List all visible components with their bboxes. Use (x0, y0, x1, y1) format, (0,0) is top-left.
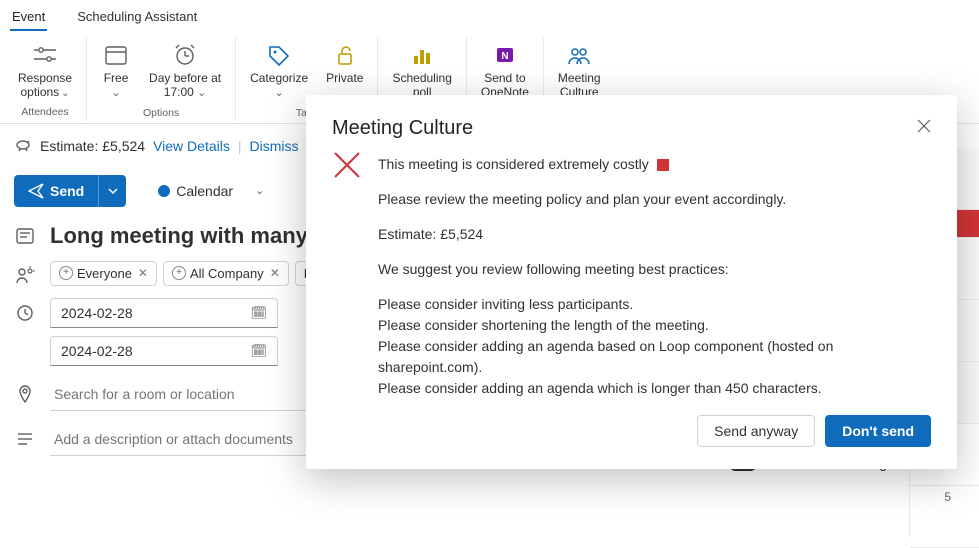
location-icon (14, 385, 36, 403)
people-icon (567, 41, 591, 69)
remove-chip-icon[interactable]: ✕ (138, 266, 148, 280)
end-date-input[interactable]: 2024-02-28 🗓 (50, 336, 278, 366)
description-icon (14, 430, 36, 448)
send-to-onenote-button[interactable]: N Send to OneNote (473, 37, 537, 104)
ribbon-group-attendees: Response options Attendees (4, 37, 87, 121)
plus-icon: + (172, 266, 186, 280)
meeting-culture-button[interactable]: Meeting Culture (550, 37, 609, 104)
calendar-icon: 🗓 (250, 343, 267, 359)
send-icon (28, 183, 44, 199)
sliders-icon (32, 41, 58, 69)
categorize-label: Categorize⌄ (250, 71, 308, 101)
response-options-button[interactable]: Response options (10, 37, 80, 104)
calendar-free-icon (104, 41, 128, 69)
plus-icon: + (59, 266, 73, 280)
attendees-icon (14, 265, 36, 285)
view-details-link[interactable]: View Details (153, 138, 230, 154)
calendar-selector[interactable]: Calendar ⌄ (158, 183, 264, 199)
svg-text:N: N (501, 51, 508, 62)
dialog-body: This meeting is considered extremely cos… (378, 154, 931, 399)
send-label: Send (50, 183, 84, 199)
estimate-text: Estimate: £5,524 (40, 138, 145, 154)
red-square-icon (657, 159, 669, 171)
private-label: Private (326, 71, 363, 85)
ribbon-tabs: Event Scheduling Assistant (0, 0, 979, 31)
calendar-label-text: Calendar (176, 183, 233, 199)
onenote-icon: N (494, 41, 516, 69)
clock-icon (14, 304, 36, 322)
meeting-culture-dialog: Meeting Culture This meeting is consider… (306, 95, 957, 469)
start-date-input[interactable]: 2024-02-28 🗓 (50, 298, 278, 328)
dont-send-button[interactable]: Don't send (825, 415, 931, 447)
reminder-label: Day before at 17:00 ⌄ (149, 71, 221, 101)
ribbon-group-options: Free⌄ Day before at 17:00 ⌄ Options (87, 37, 236, 121)
tab-scheduling-assistant[interactable]: Scheduling Assistant (75, 4, 199, 31)
send-button-main[interactable]: Send (14, 175, 98, 207)
chip-everyone[interactable]: + Everyone ✕ (50, 261, 157, 286)
title-icon (14, 226, 36, 246)
alarm-clock-icon (173, 41, 197, 69)
dialog-close-button[interactable] (917, 117, 931, 138)
tab-event[interactable]: Event (10, 4, 47, 31)
unlock-icon (334, 41, 356, 69)
free-busy-button[interactable]: Free⌄ (93, 37, 139, 105)
send-button[interactable]: Send (14, 175, 126, 207)
chip-all-company[interactable]: + All Company ✕ (163, 261, 289, 286)
remove-chip-icon[interactable]: ✕ (270, 266, 280, 280)
calendar-icon: 🗓 (250, 305, 267, 321)
free-label: Free⌄ (104, 71, 129, 101)
error-x-icon (332, 150, 362, 399)
chevron-down-icon (108, 186, 118, 196)
reminder-button[interactable]: Day before at 17:00 ⌄ (141, 37, 229, 105)
chevron-down-icon: ⌄ (255, 184, 264, 197)
tag-icon (267, 41, 291, 69)
close-icon (917, 119, 931, 133)
send-anyway-button[interactable]: Send anyway (697, 415, 815, 447)
dismiss-link[interactable]: Dismiss (249, 138, 298, 154)
send-button-dropdown[interactable] (98, 175, 126, 207)
dialog-title: Meeting Culture (332, 117, 473, 140)
calendar-dot-icon (158, 185, 170, 197)
categorize-button[interactable]: Categorize⌄ (242, 37, 316, 105)
savings-icon (14, 136, 32, 157)
cal-cell[interactable]: 5 (910, 486, 979, 548)
scheduling-poll-button[interactable]: Scheduling poll (384, 37, 459, 104)
group-label-options: Options (143, 107, 179, 121)
group-label-attendees: Attendees (21, 106, 68, 120)
response-options-label: Response options (18, 71, 72, 100)
poll-icon (410, 41, 434, 69)
